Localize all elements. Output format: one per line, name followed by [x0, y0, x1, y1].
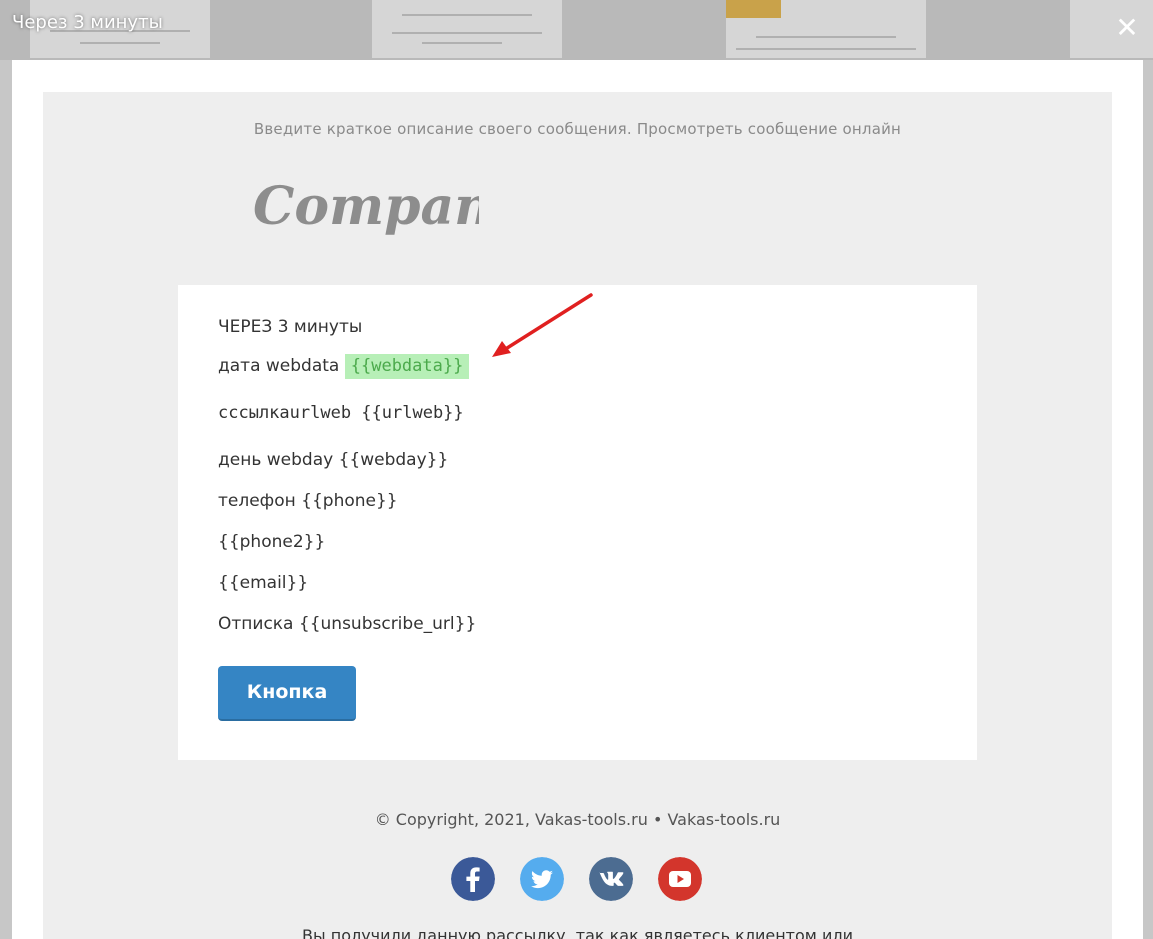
company-logo: Company: [253, 176, 479, 237]
message-line-2: дата webdata {{webdata}}: [218, 354, 470, 379]
footer-copyright: © Copyright, 2021, Vakas-tools.ru • Vaka…: [374, 810, 781, 829]
message-line-7: {{email}}: [218, 573, 308, 593]
logo-text: Company: [253, 176, 479, 237]
email-preview: Введите краткое описание своего сообщени…: [43, 92, 1112, 939]
facebook-icon[interactable]: [451, 857, 495, 901]
footer-note: Вы получили данную рассылку, так как явл…: [302, 926, 853, 939]
background-thumbnail: [372, 0, 562, 58]
annotation-arrow: [492, 293, 593, 357]
message-line-5: телефон {{phone}}: [218, 491, 398, 511]
message-line-1: ЧЕРЕЗ 3 минуты: [218, 317, 362, 337]
background-edge-left: [0, 60, 12, 939]
background-edge-right: [1143, 60, 1153, 939]
webdata-variable: {{webdata}}: [344, 354, 470, 379]
message-line-8: Отписка {{unsubscribe_url}}: [218, 614, 476, 634]
urlweb-variable: {{urlweb}}: [361, 403, 464, 423]
preview-modal: Введите краткое описание своего сообщени…: [12, 60, 1143, 939]
close-icon[interactable]: ✕: [1113, 14, 1141, 42]
cta-button[interactable]: Кнопка: [218, 666, 356, 721]
preheader-text[interactable]: Введите краткое описание своего сообщени…: [43, 120, 1112, 138]
vk-icon[interactable]: [589, 857, 633, 901]
phone2-variable: {{phone2}}: [218, 532, 326, 552]
phone-variable: {{phone}}: [301, 491, 398, 511]
line-label: ЧЕРЕЗ 3 минуты: [218, 317, 363, 337]
line-label: дата webdata: [218, 356, 345, 376]
youtube-icon[interactable]: [658, 857, 702, 901]
message-line-3: сссылкаurlweb {{urlweb}}: [218, 403, 464, 423]
unsubscribe-variable: {{unsubscribe_url}}: [298, 614, 477, 634]
webday-variable: {{webday}}: [338, 450, 449, 470]
line-label: сссылкаurlweb: [218, 403, 362, 423]
line-label: Отписка: [218, 614, 299, 634]
email-variable: {{email}}: [218, 573, 309, 593]
twitter-icon[interactable]: [520, 857, 564, 901]
message-line-4: день webday {{webday}}: [218, 450, 448, 470]
line-label: день webday: [218, 450, 339, 470]
message-line-6: {{phone2}}: [218, 532, 325, 552]
preview-title: Через 3 минуты: [12, 12, 163, 33]
line-label: телефон: [218, 491, 302, 511]
background-thumbnail: [726, 0, 926, 58]
